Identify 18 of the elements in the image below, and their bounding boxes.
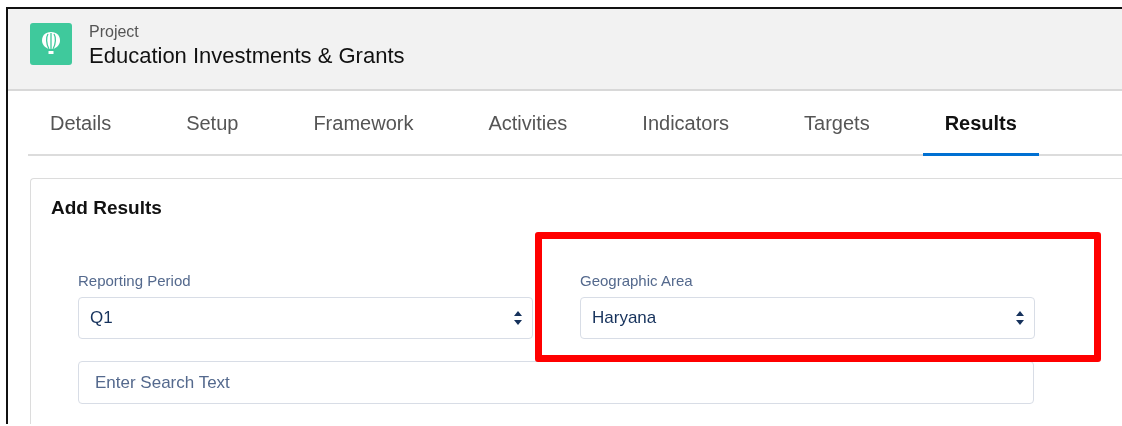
tab[interactable]: Details: [28, 91, 134, 156]
card-title: Add Results: [51, 197, 163, 219]
up-down-arrows-icon: [514, 311, 522, 325]
tab[interactable]: Targets: [782, 91, 892, 156]
object-type-label: Project: [89, 23, 140, 41]
field-label: Reporting Period: [78, 272, 192, 289]
select-field[interactable]: Haryana: [580, 297, 1035, 339]
field-label: Geographic Area: [580, 272, 694, 289]
tab[interactable]: Framework: [291, 91, 436, 156]
search-field[interactable]: Enter Search Text: [78, 361, 1034, 404]
up-down-arrows-icon: [1016, 311, 1024, 325]
select-field[interactable]: Q1: [78, 297, 533, 339]
tab[interactable]: Setup: [164, 91, 261, 156]
balloon-icon: [30, 23, 72, 65]
tab[interactable]: Results: [922, 91, 1039, 156]
tab[interactable]: Activities: [466, 91, 590, 156]
record-title: Education Investments & Grants: [89, 42, 405, 70]
tab[interactable]: Indicators: [620, 91, 752, 156]
